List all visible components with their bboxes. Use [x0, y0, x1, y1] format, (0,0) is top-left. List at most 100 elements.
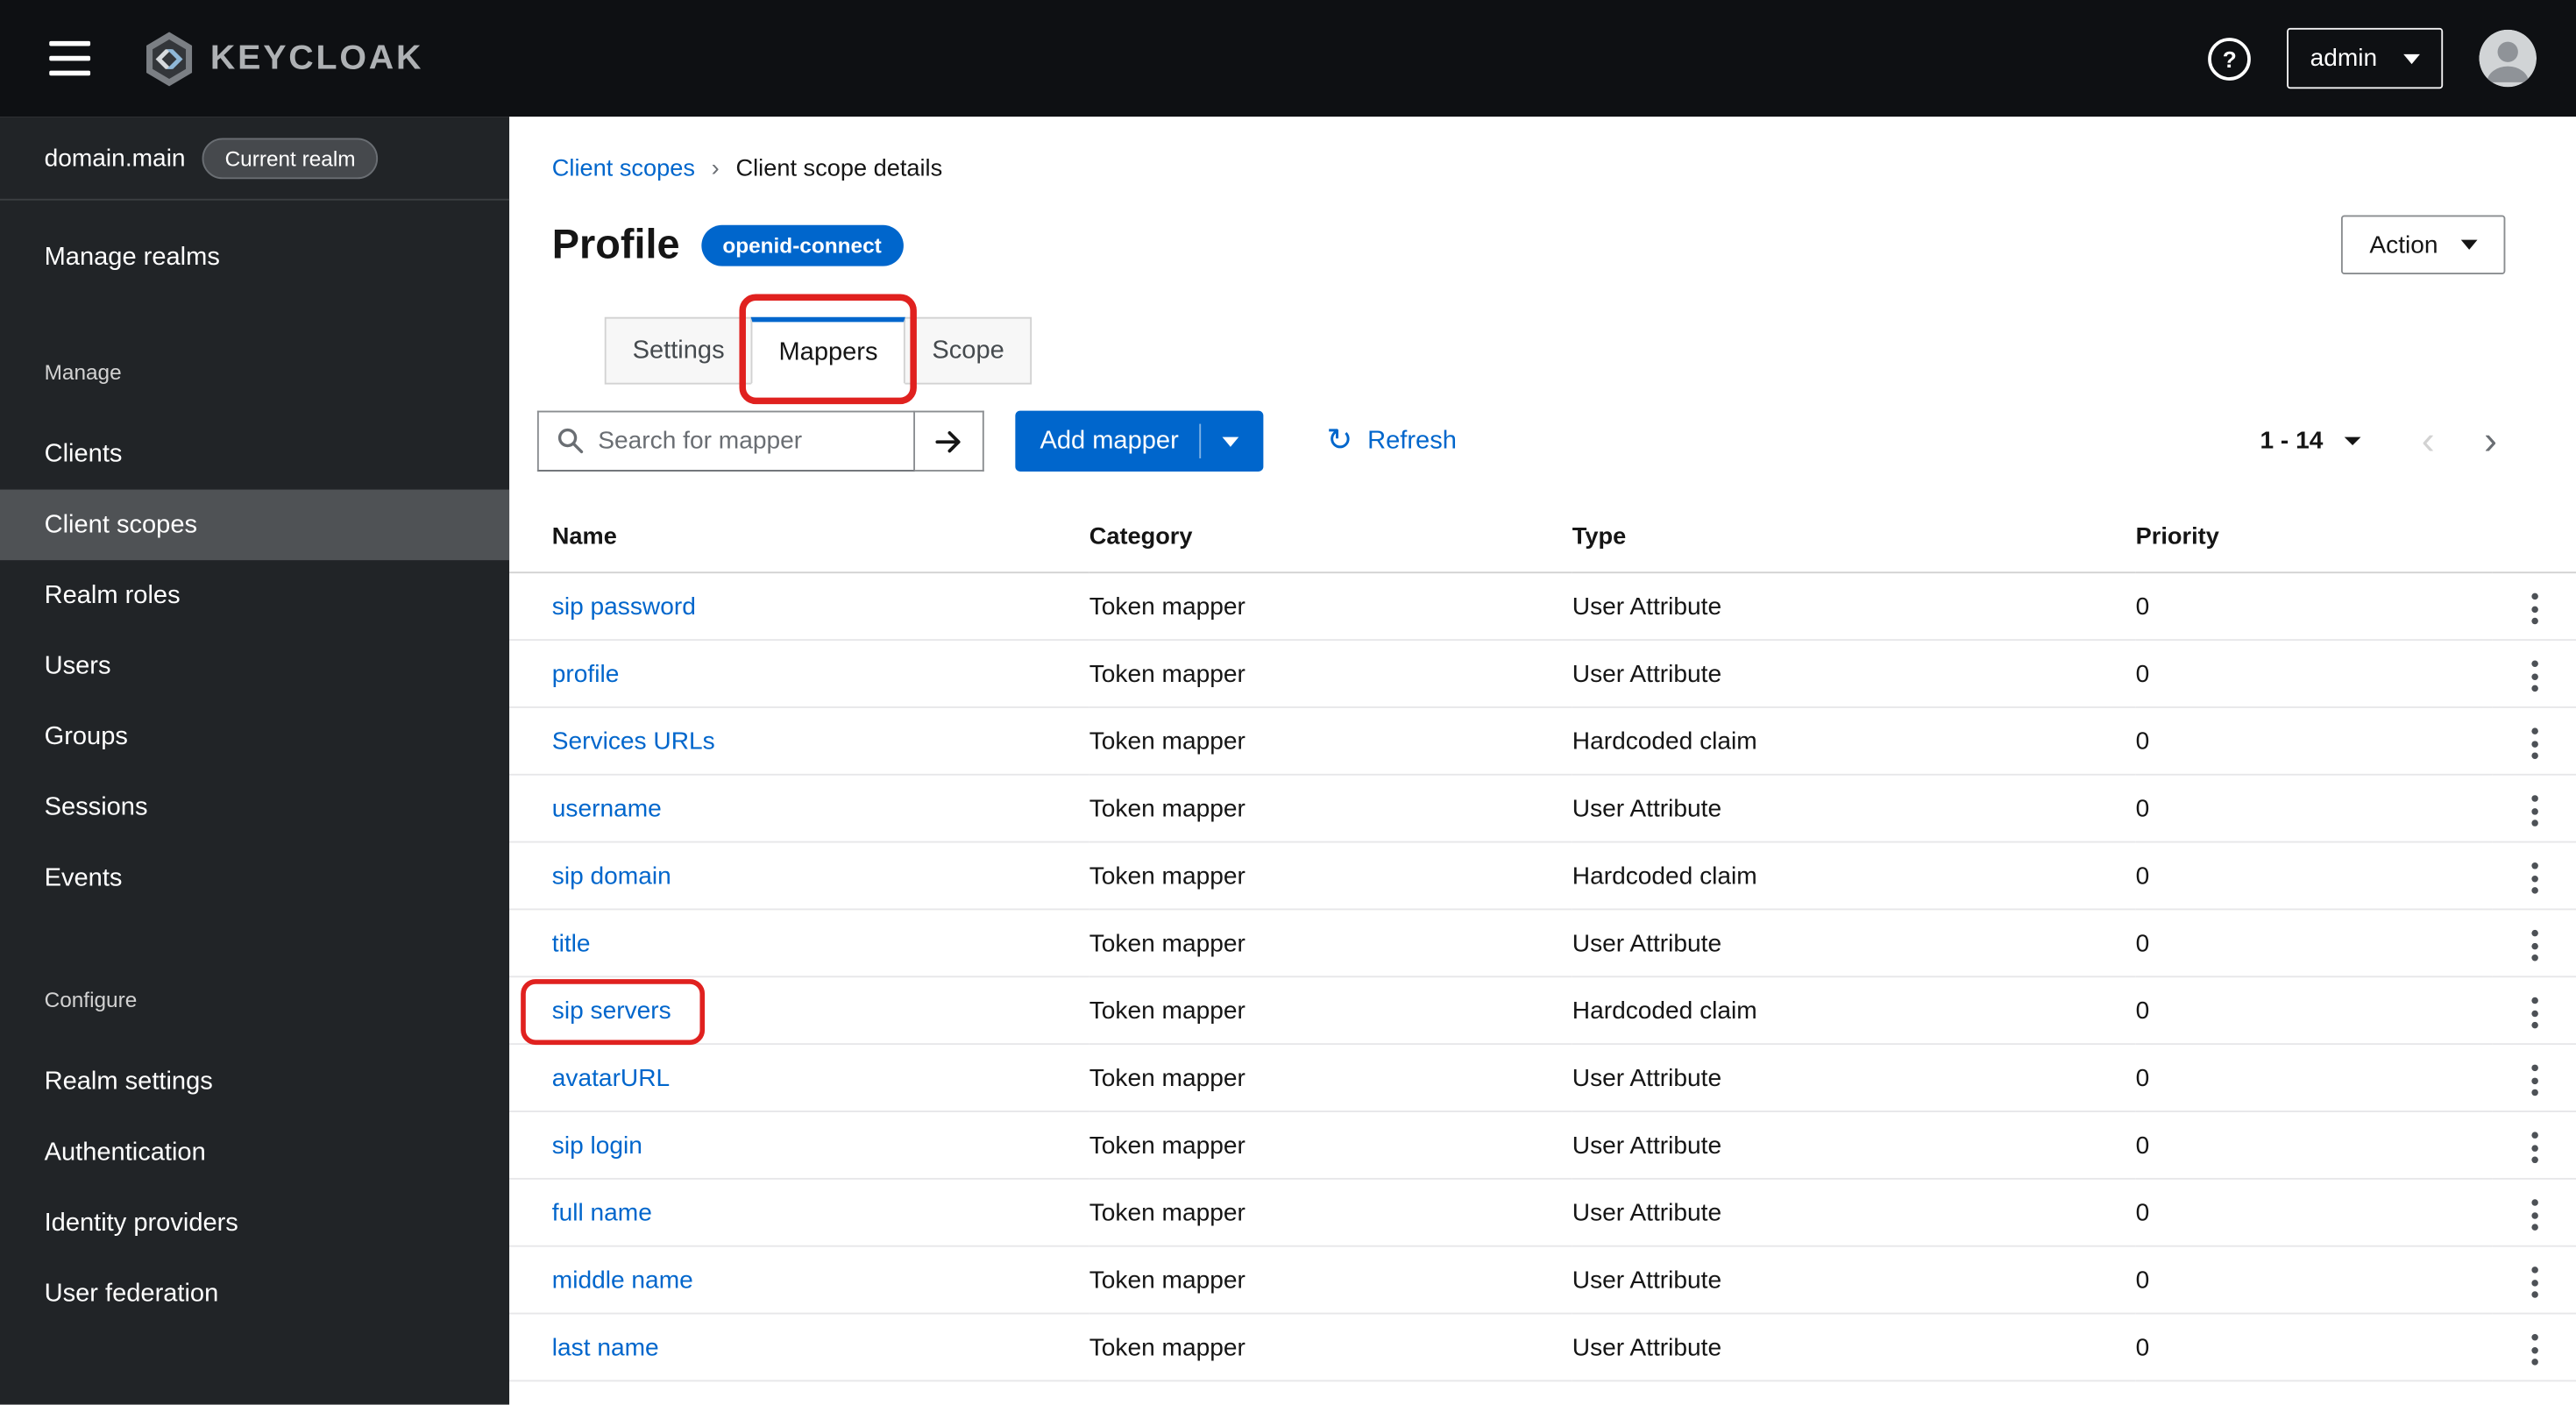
mapper-link[interactable]: Services URLs [552, 727, 715, 755]
mapper-link[interactable]: sip password [552, 593, 696, 621]
sidebar-item-authentication[interactable]: Authentication [0, 1118, 509, 1189]
pagination-dropdown[interactable]: 1 - 14 [2260, 427, 2360, 455]
masthead: KEYCLOAK ? admin [0, 0, 2576, 117]
cell-priority: 0 [2136, 976, 2493, 1044]
search-input[interactable] [537, 411, 915, 472]
table-row: middle name Token mapper User Attribute … [509, 1246, 2576, 1314]
cell-priority: 0 [2136, 707, 2493, 775]
search-group [537, 411, 984, 472]
breadcrumb-separator-icon: › [712, 156, 720, 182]
cell-type: User Attribute [1572, 1246, 2136, 1314]
mapper-link[interactable]: username [552, 794, 662, 822]
kebab-menu-button[interactable] [2515, 1257, 2554, 1308]
table-row: sip domain Token mapper Hardcoded claim … [509, 842, 2576, 910]
nav-group-title-configure: Configure [0, 984, 509, 1016]
sidebar-item-users[interactable]: Users [0, 631, 509, 702]
table-row: sip login Token mapper User Attribute 0 [509, 1111, 2576, 1179]
refresh-button[interactable]: ↻ Refresh [1326, 425, 1456, 457]
user-avatar-icon [2479, 30, 2537, 88]
mapper-link[interactable]: full name [552, 1198, 652, 1226]
chevron-down-icon [2461, 240, 2478, 250]
tab-settings[interactable]: Settings [605, 317, 753, 385]
table-row: username Token mapper User Attribute 0 [509, 775, 2576, 842]
toolbar: Add mapper ↻ Refresh 1 - 14 ‹ › [537, 411, 2522, 472]
hamburger-icon [49, 41, 90, 46]
cell-priority: 0 [2136, 572, 2493, 640]
sidebar-item-client-scopes[interactable]: Client scopes [0, 490, 509, 561]
cell-priority: 0 [2136, 640, 2493, 707]
pagination-prev-button[interactable]: ‹ [2397, 422, 2459, 461]
cell-type: Hardcoded claim [1572, 842, 2136, 910]
table-header-row: Name Category Type Priority [509, 507, 2576, 572]
table-row: avatarURL Token mapper User Attribute 0 [509, 1044, 2576, 1111]
cell-type: User Attribute [1572, 640, 2136, 707]
kebab-menu-button[interactable] [2515, 1324, 2554, 1375]
tabs: Settings Mappers Scope [605, 317, 2576, 385]
kebab-menu-button[interactable] [2515, 853, 2554, 904]
masthead-right: ? admin [2208, 28, 2537, 89]
sidebar-item-identity-providers[interactable]: Identity providers [0, 1188, 509, 1259]
action-dropdown-button[interactable]: Action [2342, 216, 2506, 274]
table-row: sip password Token mapper User Attribute… [509, 572, 2576, 640]
column-header-category: Category [1089, 507, 1572, 572]
sidebar-item-realm-roles[interactable]: Realm roles [0, 560, 509, 631]
user-menu-dropdown[interactable]: admin [2287, 28, 2443, 89]
sidebar-item-groups[interactable]: Groups [0, 701, 509, 772]
kebab-menu-button[interactable] [2515, 1189, 2554, 1240]
sidebar-item-sessions[interactable]: Sessions [0, 772, 509, 843]
cell-priority: 0 [2136, 775, 2493, 842]
mapper-link[interactable]: middle name [552, 1266, 693, 1294]
tab-mappers-wrap: Mappers [751, 317, 906, 385]
cell-priority: 0 [2136, 1246, 2493, 1314]
table-row: title Token mapper User Attribute 0 [509, 909, 2576, 976]
kebab-menu-button[interactable] [2515, 1122, 2554, 1173]
pagination-next-button[interactable]: › [2459, 422, 2522, 461]
cell-priority: 0 [2136, 1314, 2493, 1381]
add-mapper-button[interactable]: Add mapper [1015, 411, 1264, 472]
tab-scope[interactable]: Scope [905, 317, 1033, 385]
avatar[interactable] [2479, 30, 2537, 88]
sidebar-item-manage-realms[interactable]: Manage realms [0, 222, 509, 293]
refresh-icon: ↻ [1326, 425, 1352, 457]
column-header-actions [2492, 507, 2576, 572]
sidebar-item-events[interactable]: Events [0, 843, 509, 914]
cell-type: User Attribute [1572, 572, 2136, 640]
realm-selector[interactable]: domain.main Current realm [0, 117, 509, 201]
kebab-menu-button[interactable] [2515, 987, 2554, 1038]
nav-toggle-button[interactable] [39, 28, 100, 89]
nav-group-title-manage: Manage [0, 357, 509, 388]
tab-mappers[interactable]: Mappers [751, 317, 906, 385]
cell-category: Token mapper [1089, 1179, 1572, 1246]
column-header-priority: Priority [2136, 507, 2493, 572]
kebab-menu-button[interactable] [2515, 920, 2554, 971]
sidebar-item-user-federation[interactable]: User federation [0, 1259, 509, 1330]
kebab-menu-button[interactable] [2515, 785, 2554, 836]
cell-category: Token mapper [1089, 1314, 1572, 1381]
kebab-menu-button[interactable] [2515, 650, 2554, 701]
button-divider [1200, 424, 1202, 458]
cell-type: User Attribute [1572, 909, 2136, 976]
breadcrumb-client-scopes[interactable]: Client scopes [552, 156, 695, 182]
mapper-link[interactable]: sip login [552, 1131, 642, 1159]
mapper-link[interactable]: last name [552, 1333, 659, 1361]
breadcrumb: Client scopes › Client scope details [509, 117, 2576, 182]
main-content: Client scopes › Client scope details Pro… [509, 117, 2576, 1404]
mapper-link[interactable]: title [552, 929, 591, 957]
column-header-type: Type [1572, 507, 2136, 572]
search-submit-button[interactable] [915, 411, 984, 472]
cell-category: Token mapper [1089, 775, 1572, 842]
kebab-menu-button[interactable] [2515, 583, 2554, 634]
kebab-menu-button[interactable] [2515, 718, 2554, 769]
kebab-menu-button[interactable] [2515, 1054, 2554, 1105]
sidebar-item-clients[interactable]: Clients [0, 419, 509, 490]
chevron-down-icon [2403, 53, 2420, 63]
mapper-link[interactable]: profile [552, 660, 620, 688]
sidebar-item-realm-settings[interactable]: Realm settings [0, 1047, 509, 1118]
cell-category: Token mapper [1089, 976, 1572, 1044]
mapper-link[interactable]: sip domain [552, 862, 671, 890]
brand-text: KEYCLOAK [210, 39, 423, 78]
cell-category: Token mapper [1089, 572, 1572, 640]
mapper-link[interactable]: sip servers [552, 997, 671, 1025]
mapper-link[interactable]: avatarURL [552, 1064, 670, 1092]
help-icon[interactable]: ? [2208, 37, 2251, 80]
